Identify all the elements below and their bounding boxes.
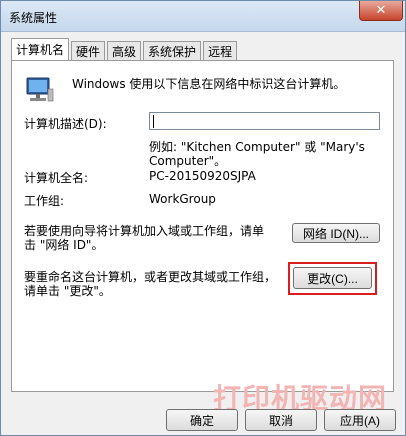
text-caret bbox=[153, 115, 154, 128]
ok-button[interactable]: 确定 bbox=[166, 409, 238, 431]
rename-text-line2: 请单击 "更改"。 bbox=[24, 284, 111, 298]
tab-strip: 计算机名 硬件 高级 系统保护 远程 bbox=[11, 38, 239, 61]
intro-text: Windows 使用以下信息在网络中标识这台计算机。 bbox=[72, 77, 346, 91]
computer-description-input[interactable] bbox=[149, 112, 380, 130]
computer-name-panel: Windows 使用以下信息在网络中标识这台计算机。 计算机描述(D): 例如:… bbox=[11, 60, 394, 392]
network-id-button[interactable]: 网络 ID(N)... bbox=[292, 223, 380, 243]
tab-hardware[interactable]: 硬件 bbox=[71, 41, 106, 60]
workgroup-value: WorkGroup bbox=[149, 192, 216, 206]
window-title: 系统属性 bbox=[9, 11, 58, 25]
title-bar[interactable]: 系统属性 ✕ bbox=[1, 1, 405, 32]
full-name-label: 计算机全名: bbox=[24, 171, 89, 185]
workgroup-label: 工作组: bbox=[24, 194, 65, 208]
description-label: 计算机描述(D): bbox=[24, 117, 107, 131]
apply-button[interactable]: 应用(A) bbox=[324, 409, 396, 431]
computer-icon bbox=[26, 77, 54, 102]
change-button-highlight bbox=[288, 262, 377, 295]
tab-remote[interactable]: 远程 bbox=[203, 41, 238, 60]
system-properties-dialog: 系统属性 ✕ 计算机名 硬件 高级 系统保护 远程 Windows 使用以下信息… bbox=[0, 0, 406, 436]
tab-advanced[interactable]: 高级 bbox=[107, 41, 142, 60]
close-icon: ✕ bbox=[375, 3, 387, 18]
example-text-line2: Computer"。 bbox=[149, 154, 227, 168]
network-id-text-line2: 击 "网络 ID"。 bbox=[24, 238, 104, 252]
close-button[interactable]: ✕ bbox=[359, 1, 403, 21]
tab-computer-name[interactable]: 计算机名 bbox=[11, 38, 70, 60]
tab-system-protection[interactable]: 系统保护 bbox=[143, 41, 202, 60]
full-name-value: PC-20150920SJPA bbox=[149, 169, 256, 183]
cancel-button[interactable]: 取消 bbox=[245, 409, 317, 431]
